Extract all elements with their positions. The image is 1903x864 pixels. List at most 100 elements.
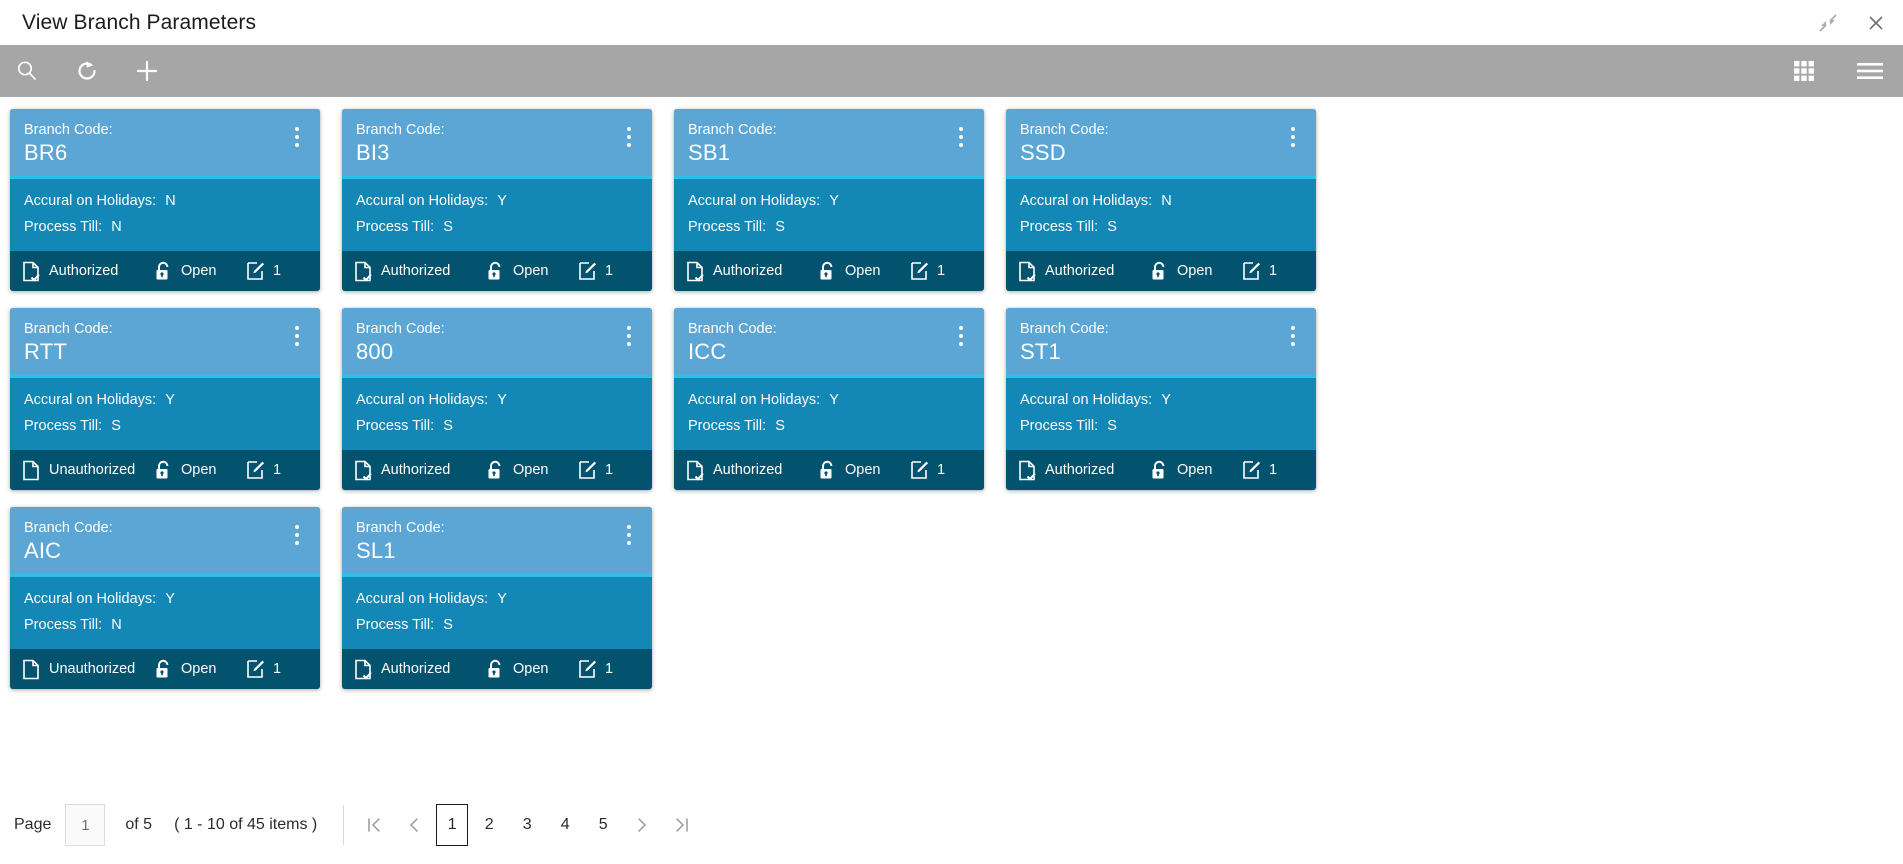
- modification-number[interactable]: 1: [1242, 261, 1277, 281]
- kebab-menu-icon[interactable]: [1284, 324, 1302, 348]
- process-till-label: Process Till:: [1020, 219, 1099, 235]
- modification-number[interactable]: 1: [578, 460, 613, 480]
- search-icon[interactable]: [12, 56, 42, 86]
- authorization-status[interactable]: Authorized: [686, 261, 818, 282]
- modification-number[interactable]: 1: [246, 659, 281, 679]
- process-till-value: S: [775, 219, 785, 235]
- branch-card[interactable]: Branch Code: AIC Accural on Holidays: Y …: [10, 507, 320, 689]
- authorization-status[interactable]: Authorized: [354, 261, 486, 282]
- branch-card[interactable]: Branch Code: RTT Accural on Holidays: Y …: [10, 308, 320, 490]
- process-till-row: Process Till: S: [688, 413, 970, 439]
- branch-card[interactable]: Branch Code: BI3 Accural on Holidays: Y …: [342, 109, 652, 291]
- kebab-menu-icon[interactable]: [288, 125, 306, 149]
- authorization-status[interactable]: Authorized: [22, 261, 154, 282]
- branch-card[interactable]: Branch Code: SSD Accural on Holidays: N …: [1006, 109, 1316, 291]
- modification-number[interactable]: 1: [246, 460, 281, 480]
- hamburger-menu-icon[interactable]: [1855, 56, 1885, 86]
- page-label: Page: [14, 816, 52, 833]
- modification-number[interactable]: 1: [246, 261, 281, 281]
- close-icon[interactable]: [1863, 10, 1889, 36]
- authorization-status[interactable]: Authorized: [354, 659, 486, 680]
- document-check-icon: [354, 460, 373, 481]
- document-check-icon: [354, 659, 373, 680]
- record-lock-status[interactable]: Open: [154, 261, 246, 282]
- authorization-status[interactable]: Authorized: [686, 460, 818, 481]
- first-page-icon[interactable]: [354, 804, 394, 846]
- kebab-menu-icon[interactable]: [952, 125, 970, 149]
- kebab-menu-icon[interactable]: [952, 324, 970, 348]
- kebab-menu-icon[interactable]: [620, 523, 638, 547]
- record-lock-status[interactable]: Open: [1150, 261, 1242, 282]
- authorization-status[interactable]: Unauthorized: [22, 659, 154, 680]
- modification-number[interactable]: 1: [1242, 460, 1277, 480]
- page-button-3[interactable]: 3: [510, 804, 544, 846]
- record-lock-status[interactable]: Open: [154, 460, 246, 481]
- prev-page-icon[interactable]: [394, 804, 434, 846]
- modification-number-value: 1: [273, 263, 282, 279]
- kebab-menu-icon[interactable]: [288, 523, 306, 547]
- process-till-value: S: [111, 418, 121, 434]
- branch-card[interactable]: Branch Code: SB1 Accural on Holidays: Y …: [674, 109, 984, 291]
- modification-number[interactable]: 1: [578, 261, 613, 281]
- accural-row: Accural on Holidays: Y: [688, 387, 970, 413]
- modification-number[interactable]: 1: [910, 460, 945, 480]
- kebab-menu-icon[interactable]: [620, 324, 638, 348]
- authorization-status[interactable]: Authorized: [1018, 261, 1150, 282]
- record-lock-status[interactable]: Open: [154, 659, 246, 680]
- authorization-status[interactable]: Unauthorized: [22, 460, 154, 481]
- page-button-4[interactable]: 4: [548, 804, 582, 846]
- branch-card[interactable]: Branch Code: BR6 Accural on Holidays: N …: [10, 109, 320, 291]
- record-lock-label: Open: [181, 661, 217, 677]
- authorization-status-label: Unauthorized: [49, 462, 136, 478]
- document-check-icon: [22, 261, 41, 282]
- card-header: Branch Code: SL1: [342, 507, 652, 577]
- branch-card[interactable]: Branch Code: ST1 Accural on Holidays: Y …: [1006, 308, 1316, 490]
- card-header: Branch Code: RTT: [10, 308, 320, 378]
- process-till-row: Process Till: S: [356, 214, 638, 240]
- page-number-input[interactable]: [65, 804, 106, 846]
- branch-card[interactable]: Branch Code: 800 Accural on Holidays: Y …: [342, 308, 652, 490]
- card-header: Branch Code: SB1: [674, 109, 984, 179]
- record-lock-status[interactable]: Open: [818, 261, 910, 282]
- record-lock-status[interactable]: Open: [486, 261, 578, 282]
- process-till-row: Process Till: S: [688, 214, 970, 240]
- kebab-menu-icon[interactable]: [288, 324, 306, 348]
- page-button-5[interactable]: 5: [586, 804, 620, 846]
- authorization-status[interactable]: Authorized: [1018, 460, 1150, 481]
- branch-card[interactable]: Branch Code: SL1 Accural on Holidays: Y …: [342, 507, 652, 689]
- modification-number[interactable]: 1: [578, 659, 613, 679]
- next-page-icon[interactable]: [622, 804, 662, 846]
- accural-value: Y: [829, 392, 839, 408]
- process-till-value: N: [111, 617, 122, 633]
- card-body: Accural on Holidays: Y Process Till: S: [342, 378, 652, 450]
- kebab-menu-icon[interactable]: [1284, 125, 1302, 149]
- refresh-icon[interactable]: [72, 56, 102, 86]
- record-lock-status[interactable]: Open: [1150, 460, 1242, 481]
- record-lock-status[interactable]: Open: [818, 460, 910, 481]
- accural-value: Y: [1161, 392, 1171, 408]
- toolbar-left-actions: [0, 56, 162, 86]
- authorization-status[interactable]: Authorized: [354, 460, 486, 481]
- modification-number-value: 1: [605, 263, 614, 279]
- grid-view-icon[interactable]: [1789, 56, 1819, 86]
- accural-row: Accural on Holidays: Y: [24, 387, 306, 413]
- last-page-icon[interactable]: [662, 804, 702, 846]
- modification-number[interactable]: 1: [910, 261, 945, 281]
- branch-card[interactable]: Branch Code: ICC Accural on Holidays: Y …: [674, 308, 984, 490]
- branch-code-label: Branch Code:: [356, 520, 445, 536]
- kebab-menu-icon[interactable]: [620, 125, 638, 149]
- document-check-icon: [1018, 460, 1037, 481]
- record-lock-status[interactable]: Open: [486, 460, 578, 481]
- page-button-1[interactable]: 1: [436, 804, 469, 846]
- card-footer: Authorized Open 1: [1006, 450, 1316, 490]
- accural-value: Y: [497, 193, 507, 209]
- collapse-arrows-icon[interactable]: [1815, 10, 1841, 36]
- branch-code-label: Branch Code:: [24, 321, 113, 337]
- plus-icon[interactable]: [132, 56, 162, 86]
- record-lock-status[interactable]: Open: [486, 659, 578, 680]
- window-title-bar: View Branch Parameters: [0, 0, 1903, 45]
- page-button-2[interactable]: 2: [472, 804, 506, 846]
- accural-row: Accural on Holidays: Y: [356, 188, 638, 214]
- card-body: Accural on Holidays: Y Process Till: N: [10, 577, 320, 649]
- process-till-value: S: [775, 418, 785, 434]
